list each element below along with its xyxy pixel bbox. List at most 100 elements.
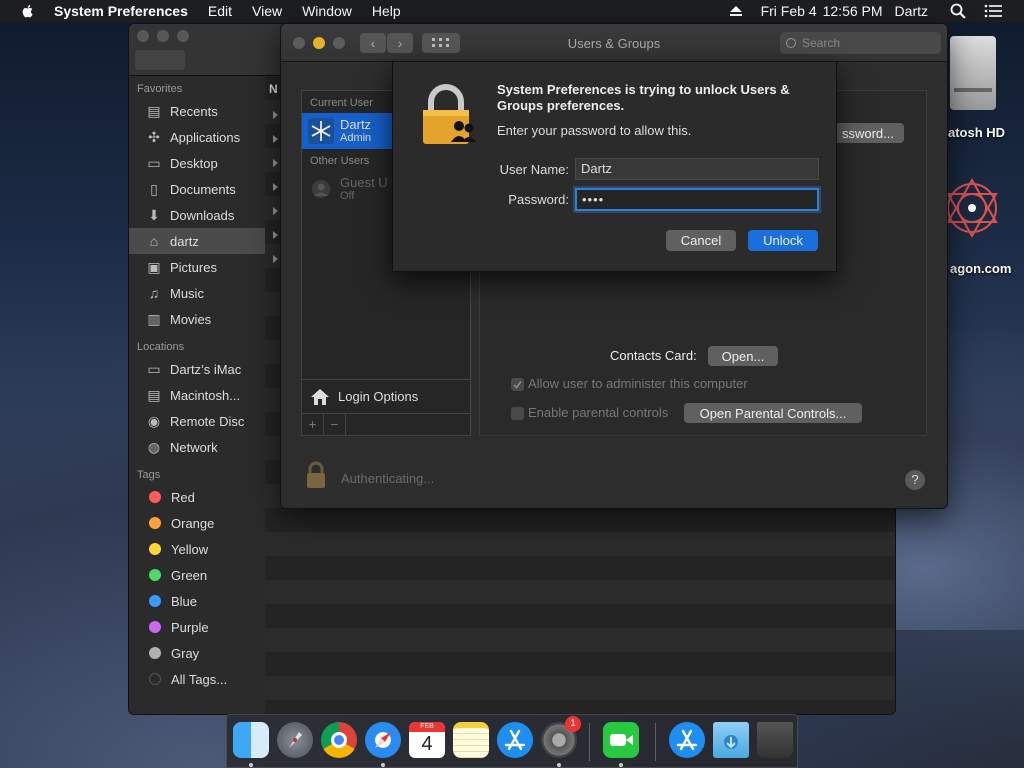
app-store-downloads-icon[interactable] bbox=[669, 722, 705, 758]
disclosure-triangle[interactable] bbox=[273, 207, 278, 215]
launchpad-icon[interactable] bbox=[277, 722, 313, 758]
prefs-titlebar: ‹ › Users & Groups Search bbox=[281, 24, 947, 62]
notes-icon[interactable] bbox=[453, 722, 489, 758]
sidebar-tag-gray[interactable]: Gray bbox=[129, 640, 265, 666]
system-preferences-icon[interactable]: 1 bbox=[541, 716, 581, 758]
sidebar-tags-header: Tags bbox=[137, 469, 161, 481]
username-label: User Name: bbox=[499, 162, 569, 177]
applications-icon: ✣ bbox=[148, 128, 160, 145]
downloads-folder-icon[interactable] bbox=[713, 722, 749, 758]
sidebar-item-music[interactable]: ♫ Music bbox=[129, 280, 265, 306]
calendar-icon[interactable]: FEB 4 bbox=[409, 722, 445, 758]
disclosure-triangle[interactable] bbox=[273, 255, 278, 263]
sidebar-item-pictures[interactable]: ▣ Pictures bbox=[129, 254, 265, 280]
trash-icon[interactable] bbox=[757, 722, 793, 758]
sidebar-item-label: Dartz’s iMac bbox=[170, 361, 242, 377]
allow-admin-checkbox[interactable] bbox=[511, 378, 524, 391]
menu-time[interactable]: 12:56 PM bbox=[823, 3, 883, 19]
search-icon bbox=[786, 38, 796, 48]
sidebar-tag-yellow[interactable]: Yellow bbox=[129, 536, 265, 562]
remove-user-button[interactable]: − bbox=[324, 414, 346, 435]
sidebar-item-applications[interactable]: ✣ Applications bbox=[129, 124, 265, 150]
sidebar-favorites-header: Favorites bbox=[137, 83, 183, 95]
sidebar-item-label: Pictures bbox=[170, 259, 217, 275]
sidebar-item-label: Macintosh... bbox=[170, 387, 241, 403]
sidebar-item-recents[interactable]: ▤ Recents bbox=[129, 98, 265, 124]
disc-icon: ◉ bbox=[147, 412, 161, 429]
spotlight-search-icon[interactable] bbox=[950, 3, 966, 19]
disclosure-triangle[interactable] bbox=[273, 183, 278, 191]
finder-icon[interactable] bbox=[233, 722, 269, 758]
sidebar-tag-orange[interactable]: Orange bbox=[129, 510, 265, 536]
sidebar-item-dartz[interactable]: ⌂ dartz bbox=[129, 228, 265, 254]
auth-dialog: System Preferences is trying to unlock U… bbox=[392, 61, 837, 272]
sidebar-item-label: Recents bbox=[170, 103, 218, 119]
sidebar-item-remote-disc[interactable]: ◉ Remote Disc bbox=[129, 408, 265, 434]
notification-center-icon[interactable] bbox=[984, 4, 1002, 18]
sidebar-tag-purple[interactable]: Purple bbox=[129, 614, 265, 640]
pictures-icon: ▣ bbox=[147, 258, 161, 275]
padlock-users-icon bbox=[423, 84, 476, 144]
menu-app-name[interactable]: System Preferences bbox=[54, 3, 188, 19]
notification-badge: 1 bbox=[565, 716, 581, 732]
finder-back-forward-buttons[interactable] bbox=[135, 50, 185, 70]
recents-icon: ▤ bbox=[147, 102, 161, 119]
safari-icon[interactable] bbox=[365, 722, 401, 758]
login-options-button[interactable]: Login Options bbox=[302, 379, 470, 413]
sidebar-item-documents[interactable]: ▯ Documents bbox=[129, 176, 265, 202]
open-parental-controls-button[interactable]: Open Parental Controls... bbox=[684, 403, 862, 423]
app-store-icon[interactable] bbox=[497, 722, 533, 758]
contacts-card-label: Contacts Card: bbox=[610, 348, 697, 363]
sidebar-item-macintosh-[interactable]: ▤ Macintosh... bbox=[129, 382, 265, 408]
add-remove-bar: + − bbox=[302, 413, 470, 435]
disclosure-triangle[interactable] bbox=[273, 231, 278, 239]
username-field[interactable]: Dartz bbox=[575, 158, 819, 180]
chrome-icon[interactable] bbox=[321, 722, 357, 758]
help-button[interactable]: ? bbox=[905, 470, 925, 490]
sidebar-item-movies[interactable]: ▥ Movies bbox=[129, 306, 265, 332]
finder-minimize-button[interactable] bbox=[157, 30, 169, 42]
lock-icon[interactable] bbox=[305, 460, 327, 490]
parental-controls-checkbox[interactable] bbox=[511, 407, 524, 420]
sidebar-item-dartz-s-imac[interactable]: ▭ Dartz’s iMac bbox=[129, 356, 265, 382]
open-contacts-button[interactable]: Open... bbox=[708, 346, 778, 366]
unlock-button[interactable]: Unlock bbox=[748, 230, 818, 251]
search-field[interactable]: Search bbox=[780, 32, 941, 54]
apple-menu-icon[interactable] bbox=[20, 3, 36, 19]
sidebar-item-network[interactable]: ◍ Network bbox=[129, 434, 265, 460]
menu-view[interactable]: View bbox=[252, 3, 282, 19]
add-user-button[interactable]: + bbox=[302, 414, 324, 435]
disclosure-triangle[interactable] bbox=[273, 111, 278, 119]
column-header-name[interactable]: N bbox=[269, 82, 278, 96]
finder-zoom-button[interactable] bbox=[177, 30, 189, 42]
menu-edit[interactable]: Edit bbox=[208, 3, 232, 19]
menu-help[interactable]: Help bbox=[372, 3, 401, 19]
sidebar-tag-green[interactable]: Green bbox=[129, 562, 265, 588]
sidebar-tag-label: Gray bbox=[171, 645, 200, 661]
sidebar-tag-label: Red bbox=[171, 489, 195, 505]
sidebar-tag-red[interactable]: Red bbox=[129, 484, 265, 510]
facetime-icon[interactable] bbox=[603, 722, 639, 758]
change-password-button[interactable]: ssword... bbox=[828, 123, 904, 143]
website-file-icon[interactable] bbox=[944, 170, 1000, 246]
sidebar-item-desktop[interactable]: ▭ Desktop bbox=[129, 150, 265, 176]
password-field[interactable]: •••• bbox=[575, 188, 819, 211]
house-icon bbox=[311, 388, 329, 405]
hard-disk-icon[interactable] bbox=[950, 36, 996, 110]
tag-color-dot bbox=[149, 517, 161, 529]
desktop-icon: ▭ bbox=[147, 154, 161, 171]
sidebar-item-downloads[interactable]: ⬇ Downloads bbox=[129, 202, 265, 228]
music-icon: ♫ bbox=[148, 285, 160, 301]
cancel-button[interactable]: Cancel bbox=[666, 230, 736, 251]
eject-icon[interactable] bbox=[729, 5, 743, 17]
checkmark-icon bbox=[513, 380, 522, 389]
disclosure-triangle[interactable] bbox=[273, 159, 278, 167]
sidebar-tag-all-tags-[interactable]: All Tags... bbox=[129, 666, 265, 692]
finder-close-button[interactable] bbox=[137, 30, 149, 42]
menu-date[interactable]: Fri Feb 4 bbox=[761, 3, 817, 19]
website-file-label: agon.com bbox=[950, 261, 1012, 276]
sidebar-tag-blue[interactable]: Blue bbox=[129, 588, 265, 614]
disclosure-triangle[interactable] bbox=[273, 135, 278, 143]
menu-user[interactable]: Dartz bbox=[895, 3, 928, 19]
menu-window[interactable]: Window bbox=[302, 3, 352, 19]
